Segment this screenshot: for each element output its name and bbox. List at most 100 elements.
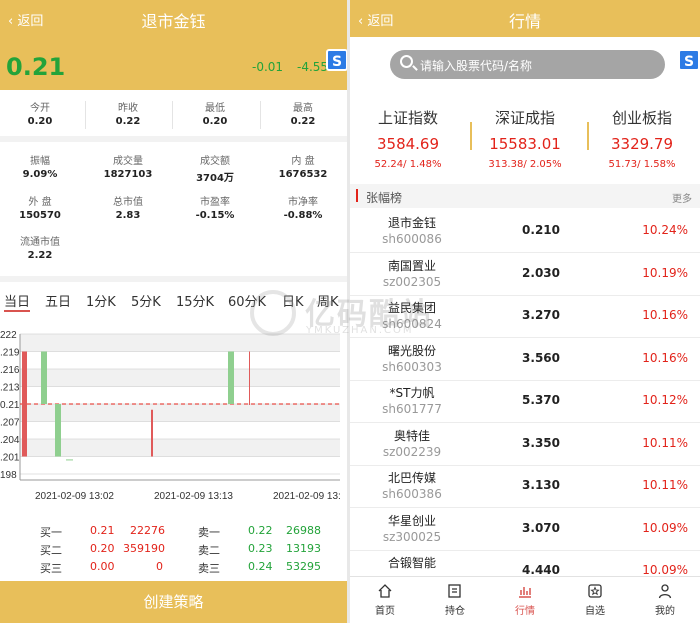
bid-3-price: 0.00 [90,560,115,573]
section-marker [356,189,358,202]
section-gap [0,276,347,282]
market-icon [490,583,560,599]
ask-3-label: 卖三 [198,562,220,575]
stock-name: *ST力帆 [389,386,435,400]
stat-amplitude: 振幅 9.09% [22,156,58,180]
share-icon[interactable]: S [678,49,700,71]
ask-1-label: 卖一 [198,526,220,539]
stat-volume: 成交量 1827103 [103,156,153,180]
stock-name: 奥特佳 [393,428,430,443]
stock-row[interactable]: 华星创业 sz300025 3.070 10.09% [350,508,700,551]
bid-2-price: 0.20 [90,542,115,555]
more-link[interactable]: 更多 [672,190,692,205]
y-tick-label: 0.21 [0,400,20,411]
stock-row[interactable]: 南国置业 sz002305 2.030 10.19% [350,253,700,296]
ask-3-price: 0.24 [248,560,273,573]
stat-market-cap: 总市值 2.83 [113,197,143,221]
grid-band [20,334,340,352]
nav-item[interactable]: 自选 [560,583,630,617]
section-title: 张幅榜 [366,191,403,205]
nav-label: 我的 [655,606,675,617]
y-tick-label: .201 [0,453,20,464]
nav-item[interactable]: 首页 [350,583,420,617]
price-change: -0.01 [252,60,284,74]
stock-code: sz002239 [382,444,442,459]
chart-period-tabs: 当日 五日 1分K 5分K 15分K 60分K 日K 周K [0,288,347,312]
index-card[interactable]: 创业板指 3329.79 51.73/ 1.58% [584,107,700,170]
stock-row[interactable]: 退市金钰 sh600086 0.210 10.24% [350,210,700,253]
stock-price: 4.440 [522,563,560,575]
tab-weekly-k[interactable]: 周K [317,291,339,310]
gainers-section-header: 张幅榜 更多 [350,184,700,208]
stock-name: 北巴传媒 [387,471,436,485]
share-icon[interactable]: S [326,49,347,71]
y-tick-label: 198 [0,470,17,481]
stock-price: 2.030 [522,265,560,280]
index-change: 313.38/ 2.05% [488,159,562,170]
gainers-list: 退市金钰 sh600086 0.210 10.24% 南国置业 sz002305 2.030… [350,210,700,575]
candle-body [66,459,73,461]
stock-row[interactable]: *ST力帆 sh601777 5.370 10.12% [350,380,700,423]
price-change-pct: -4.55 [297,60,329,74]
search-placeholder: 请输入股票代码/名称 [420,59,533,73]
create-strategy-button[interactable]: 创建策略 [0,581,347,623]
stat-turnover: 成交额 3704万 [196,156,234,184]
x-tick-label: 2021-02-09 13:13 [154,491,233,502]
home-icon [350,583,420,599]
stock-change-pct: 10.16% [642,350,688,365]
candle-body [249,404,250,405]
tab-5min-k[interactable]: 5分K [131,291,161,310]
tab-15min-k[interactable]: 15分K [176,291,214,310]
tab-daily-k[interactable]: 日K [282,291,304,310]
index-value: 15583.01 [489,135,561,153]
stat-float-cap: 流通市值 2.22 [20,237,60,261]
candle-body [152,409,153,411]
ask-1-volume: 26988 [286,524,321,537]
stock-change-pct: 10.09% [642,520,688,535]
index-change: 51.73/ 1.58% [608,159,676,170]
divider [85,101,86,129]
search-input[interactable]: 请输入股票代码/名称 [390,50,665,79]
index-name: 创业板指 [611,109,672,127]
stock-name: 退市金钰 [387,216,436,230]
stock-name: 南国置业 [387,258,436,273]
stock-change-pct: 10.09% [642,563,688,575]
y-tick-label: .213 [0,383,20,394]
bid-1-volume: 22276 [130,524,165,537]
tab-1min-k[interactable]: 1分K [86,291,116,310]
stock-row[interactable]: 北巴传媒 sh600386 3.130 10.11% [350,465,700,508]
market-screen: ‹ 返回 行情 请输入股票代码/名称 S 上证指数 3584.69 52.24/… [350,0,700,623]
index-card[interactable]: 深证成指 15583.01 313.38/ 2.05% [467,107,583,170]
bid-3-volume: 0 [156,560,163,573]
stock-row[interactable]: 益民集团 sh600824 3.270 10.16% [350,295,700,338]
stock-code: sh601777 [382,402,442,416]
user-icon [630,583,700,599]
nav-label: 行情 [515,606,535,617]
stock-code: sh600386 [382,487,442,501]
stock-code: sh600086 [382,232,442,246]
y-tick-label: 222 [0,330,17,341]
grid-band [20,404,340,422]
nav-item[interactable]: 持仓 [420,583,490,617]
stat-high: 最高 0.22 [290,103,316,127]
ask-2-volume: 13193 [286,542,321,555]
stock-price: 3.350 [522,435,560,450]
stats-row: 今开 0.20 昨收 0.22 最低 0.20 最高 0.22 [0,95,347,133]
nav-item[interactable]: 行情 [490,583,560,617]
tab-60min-k[interactable]: 60分K [228,291,266,310]
tab-5day[interactable]: 五日 [45,291,71,310]
tab-intraday[interactable]: 当日 [4,291,31,312]
index-card[interactable]: 上证指数 3584.69 52.24/ 1.48% [350,107,466,170]
nav-item[interactable]: 我的 [630,583,700,617]
bid-2-volume: 359190 [123,542,165,555]
stat-prev-close: 昨收 0.22 [115,103,141,127]
bid-1-price: 0.21 [90,524,115,537]
stock-row[interactable]: 合锻智能 4.440 10.09% [350,550,700,575]
stock-row[interactable]: 曙光股份 sh600303 3.560 10.16% [350,338,700,381]
stock-row[interactable]: 奥特佳 sz002239 3.350 10.11% [350,423,700,466]
ask-1-price: 0.22 [248,524,273,537]
y-tick-label: .219 [0,348,20,359]
stat-pb-ratio: 市净率 -0.88% [283,197,323,221]
stock-price: 3.070 [522,520,560,535]
current-price: 0.21 [6,53,66,81]
